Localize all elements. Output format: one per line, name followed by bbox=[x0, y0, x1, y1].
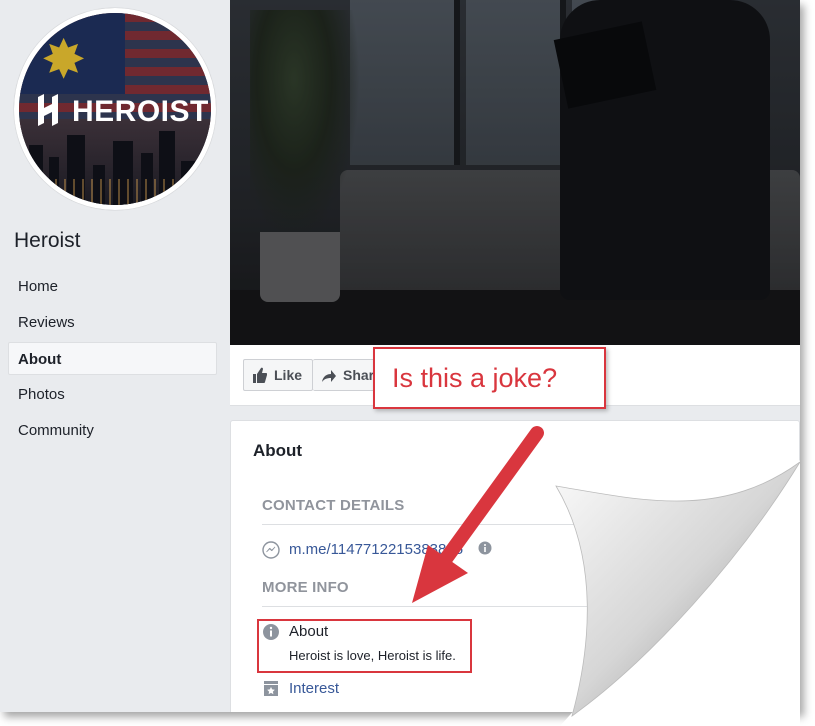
callout-text: Is this a joke? bbox=[392, 363, 558, 393]
sidebar-item-about[interactable]: About bbox=[8, 342, 217, 375]
like-button-label: Like bbox=[274, 367, 303, 383]
interest-link[interactable]: Interest bbox=[289, 680, 339, 697]
thumbs-up-icon bbox=[252, 360, 268, 401]
messenger-icon bbox=[262, 541, 280, 559]
page-title[interactable]: Heroist bbox=[14, 229, 81, 253]
about-card-title: About bbox=[253, 441, 303, 460]
heroist-logo-icon bbox=[35, 93, 67, 127]
divider bbox=[262, 606, 592, 607]
annotation-callout: Is this a joke? bbox=[373, 347, 606, 409]
cover-photo[interactable] bbox=[230, 0, 800, 345]
messenger-link[interactable]: m.me/1147712215383815 bbox=[289, 541, 463, 558]
logo-wordmark: HEROIST bbox=[72, 95, 209, 128]
sidebar-item-home[interactable]: Home bbox=[8, 270, 217, 303]
city-skyline bbox=[19, 118, 211, 205]
contact-details-heading: CONTACT DETAILS bbox=[262, 497, 405, 514]
profile-avatar[interactable]: ✸ HEROIST bbox=[14, 8, 216, 210]
sidebar-item-photos[interactable]: Photos bbox=[8, 378, 217, 411]
info-icon[interactable] bbox=[478, 541, 492, 558]
share-arrow-icon bbox=[321, 360, 336, 401]
sidebar-nav: Home Reviews About Photos Community bbox=[8, 270, 217, 450]
divider bbox=[262, 524, 592, 525]
sidebar-item-community[interactable]: Community bbox=[8, 414, 217, 447]
star-icon: ✸ bbox=[41, 30, 87, 90]
sidebar-item-reviews[interactable]: Reviews bbox=[8, 306, 217, 339]
more-info-heading: MORE INFO bbox=[262, 579, 349, 596]
interest-star-icon bbox=[262, 679, 280, 697]
highlight-box bbox=[257, 619, 472, 673]
like-button[interactable]: Like bbox=[243, 359, 313, 391]
